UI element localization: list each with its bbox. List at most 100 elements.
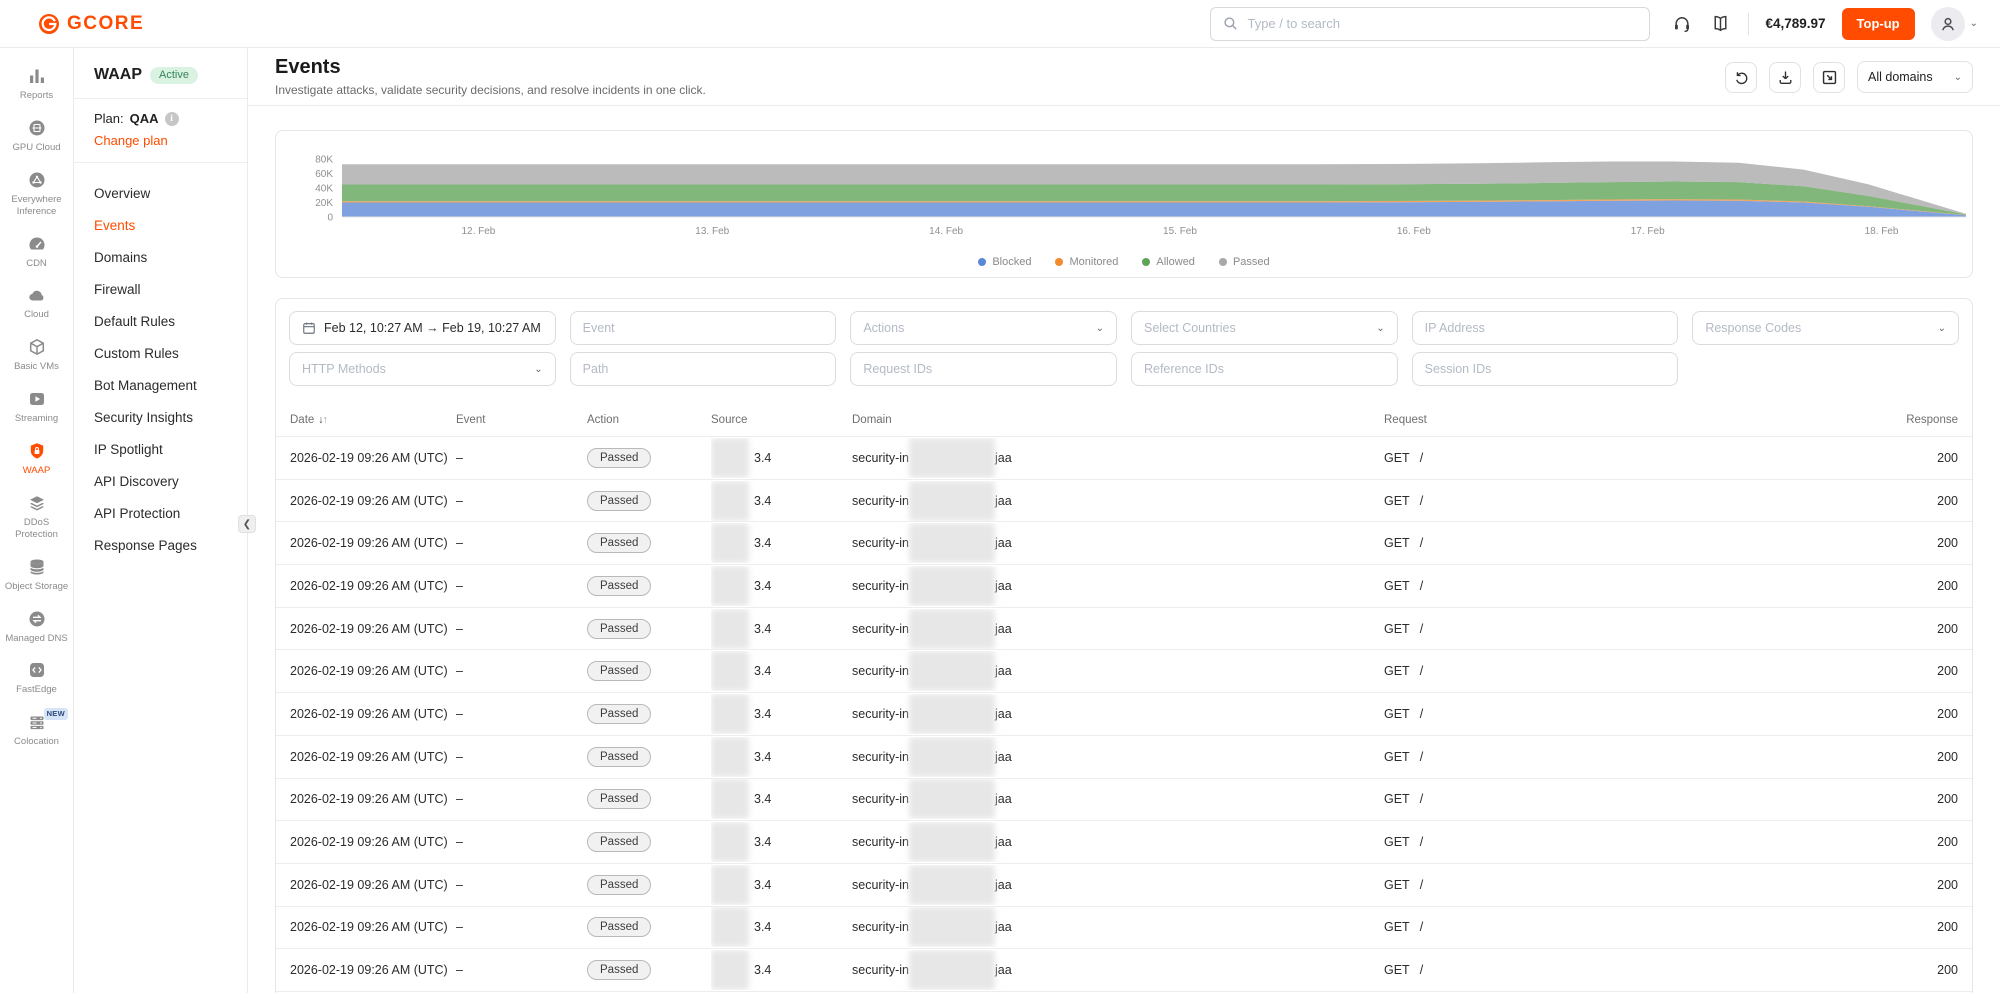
table-row[interactable]: 2026-02-19 09:26 AM (UTC)–Passed3.4secur…	[276, 522, 1972, 565]
event-filter[interactable]	[570, 311, 837, 345]
sidebar-item-domains[interactable]: Domains	[74, 241, 247, 273]
domain-select-value: All domains	[1868, 70, 1933, 84]
actions-filter-select[interactable]: Actions ⌄	[850, 311, 1117, 345]
sidebar-item-api-protection[interactable]: API Protection	[74, 497, 247, 529]
refresh-button[interactable]	[1725, 62, 1757, 93]
table-row[interactable]: 2026-02-19 09:26 AM (UTC)–Passed3.4secur…	[276, 864, 1972, 907]
sidebar-item-bot-management[interactable]: Bot Management	[74, 369, 247, 401]
sidebar-item-firewall[interactable]: Firewall	[74, 273, 247, 305]
table-row[interactable]: 2026-02-19 09:26 AM (UTC)–Passed3.4secur…	[276, 437, 1972, 480]
cell-source: 3.4	[711, 779, 852, 819]
ip-address-input[interactable]	[1425, 321, 1666, 335]
reference-ids-filter[interactable]	[1131, 352, 1398, 386]
rail-item-object-storage[interactable]: Object Storage	[0, 549, 73, 601]
cell-domain: security-injaa	[852, 822, 1384, 862]
rail-label: DDoS Protection	[2, 517, 71, 541]
table-row[interactable]: 2026-02-19 09:26 AM (UTC)–Passed3.4secur…	[276, 565, 1972, 608]
legend-item-blocked[interactable]: Blocked	[978, 256, 1031, 268]
sidebar-item-custom-rules[interactable]: Custom Rules	[74, 337, 247, 369]
table-row[interactable]: 2026-02-19 09:26 AM (UTC)–Passed3.4secur…	[276, 608, 1972, 651]
rail-item-cdn[interactable]: CDN	[0, 226, 73, 278]
session-ids-filter[interactable]	[1412, 352, 1679, 386]
legend-item-allowed[interactable]: Allowed	[1142, 256, 1195, 268]
sidebar-item-overview[interactable]: Overview	[74, 177, 247, 209]
column-event[interactable]: Event	[456, 414, 587, 426]
column-action[interactable]: Action	[587, 414, 711, 426]
table-row[interactable]: 2026-02-19 09:26 AM (UTC)–Passed3.4secur…	[276, 480, 1972, 523]
bar-chart-icon	[27, 66, 47, 86]
topbar-divider	[1748, 13, 1749, 35]
gcore-logo[interactable]: GCORE	[38, 13, 144, 35]
change-plan-link[interactable]: Change plan	[94, 133, 227, 148]
sidebar-item-response-pages[interactable]: Response Pages	[74, 529, 247, 561]
sidebar-item-ip-spotlight[interactable]: IP Spotlight	[74, 433, 247, 465]
rail-item-gpu-cloud[interactable]: GPU Cloud	[0, 110, 73, 162]
rail-item-reports[interactable]: Reports	[0, 58, 73, 110]
response-codes-filter-select[interactable]: Response Codes ⌄	[1692, 311, 1959, 345]
legend-item-monitored[interactable]: Monitored	[1055, 256, 1118, 268]
request-ids-filter[interactable]	[850, 352, 1117, 386]
path-input[interactable]	[583, 362, 824, 376]
table-row[interactable]: 2026-02-19 09:26 AM (UTC)–Passed3.4secur…	[276, 693, 1972, 736]
cell-request: GET/	[1384, 835, 1904, 849]
rail-item-cloud[interactable]: Cloud	[0, 277, 73, 329]
cell-action: Passed	[587, 619, 711, 639]
redacted-domain	[909, 523, 995, 563]
session-ids-input[interactable]	[1425, 362, 1666, 376]
sort-icon[interactable]: ↓↑	[318, 414, 327, 426]
table-row[interactable]: 2026-02-19 09:26 AM (UTC)–Passed3.4secur…	[276, 736, 1972, 779]
sidebar-item-api-discovery[interactable]: API Discovery	[74, 465, 247, 497]
rail-item-ddos-protection[interactable]: DDoS Protection	[0, 485, 73, 549]
docs-book-icon[interactable]	[1708, 12, 1732, 36]
avatar[interactable]	[1931, 7, 1965, 41]
search-icon	[1223, 16, 1238, 31]
table-row[interactable]: 2026-02-19 09:26 AM (UTC)–Passed3.4secur…	[276, 821, 1972, 864]
http-methods-filter-select[interactable]: HTTP Methods ⌄	[289, 352, 556, 386]
info-icon[interactable]: i	[165, 112, 179, 126]
path-filter[interactable]	[570, 352, 837, 386]
sidebar-item-default-rules[interactable]: Default Rules	[74, 305, 247, 337]
collapse-view-button[interactable]	[1813, 62, 1845, 93]
page-title: Events	[275, 56, 706, 79]
y-tick-label: 40K	[315, 184, 333, 195]
refresh-icon	[1733, 69, 1750, 86]
cell-request: GET/	[1384, 494, 1904, 508]
cell-date: 2026-02-19 09:26 AM (UTC)	[290, 579, 456, 593]
date-range-picker[interactable]: Feb 12, 10:27 AM → Feb 19, 10:27 AM	[289, 311, 556, 345]
rail-item-everywhere-inference[interactable]: Everywhere Inference	[0, 162, 73, 226]
column-domain[interactable]: Domain	[852, 414, 1384, 426]
request-ids-input[interactable]	[863, 362, 1104, 376]
ip-address-filter[interactable]	[1412, 311, 1679, 345]
table-row[interactable]: 2026-02-19 09:26 AM (UTC)–Passed3.4secur…	[276, 779, 1972, 822]
column-response[interactable]: Response	[1904, 414, 1958, 426]
countries-filter-select[interactable]: Select Countries ⌄	[1131, 311, 1398, 345]
column-date[interactable]: Date↓↑	[290, 414, 456, 426]
rail-item-colocation[interactable]: NEW Colocation	[0, 704, 73, 756]
cell-action: Passed	[587, 491, 711, 511]
rail-item-streaming[interactable]: Streaming	[0, 381, 73, 433]
cell-response: 200	[1904, 878, 1958, 892]
column-source[interactable]: Source	[711, 414, 852, 426]
sidebar-item-security-insights[interactable]: Security Insights	[74, 401, 247, 433]
sidebar-item-events[interactable]: Events	[74, 209, 247, 241]
user-menu[interactable]: ⌄	[1931, 7, 1978, 41]
download-button[interactable]	[1769, 62, 1801, 93]
domain-filter-select[interactable]: All domains ⌄	[1857, 61, 1973, 93]
column-request[interactable]: Request	[1384, 414, 1904, 426]
legend-item-passed[interactable]: Passed	[1219, 256, 1270, 268]
table-row[interactable]: 2026-02-19 09:26 AM (UTC)–Passed3.4secur…	[276, 949, 1972, 992]
rail-item-managed-dns[interactable]: Managed DNS	[0, 601, 73, 653]
event-filter-input[interactable]	[583, 321, 824, 335]
table-row[interactable]: 2026-02-19 09:26 AM (UTC)–Passed3.4secur…	[276, 907, 1972, 950]
global-search[interactable]	[1210, 7, 1650, 41]
rail-item-waap[interactable]: WAAP	[0, 433, 73, 485]
support-headset-icon[interactable]	[1670, 12, 1694, 36]
reference-ids-input[interactable]	[1144, 362, 1385, 376]
sidebar-collapse-button[interactable]: ❮	[238, 515, 256, 533]
rail-item-fastedge[interactable]: FastEdge	[0, 652, 73, 704]
rail-item-basic-vms[interactable]: Basic VMs	[0, 329, 73, 381]
topup-button[interactable]: Top-up	[1842, 8, 1915, 40]
account-balance: €4,789.97	[1765, 16, 1825, 31]
search-input[interactable]	[1247, 16, 1637, 31]
table-row[interactable]: 2026-02-19 09:26 AM (UTC)–Passed3.4secur…	[276, 650, 1972, 693]
